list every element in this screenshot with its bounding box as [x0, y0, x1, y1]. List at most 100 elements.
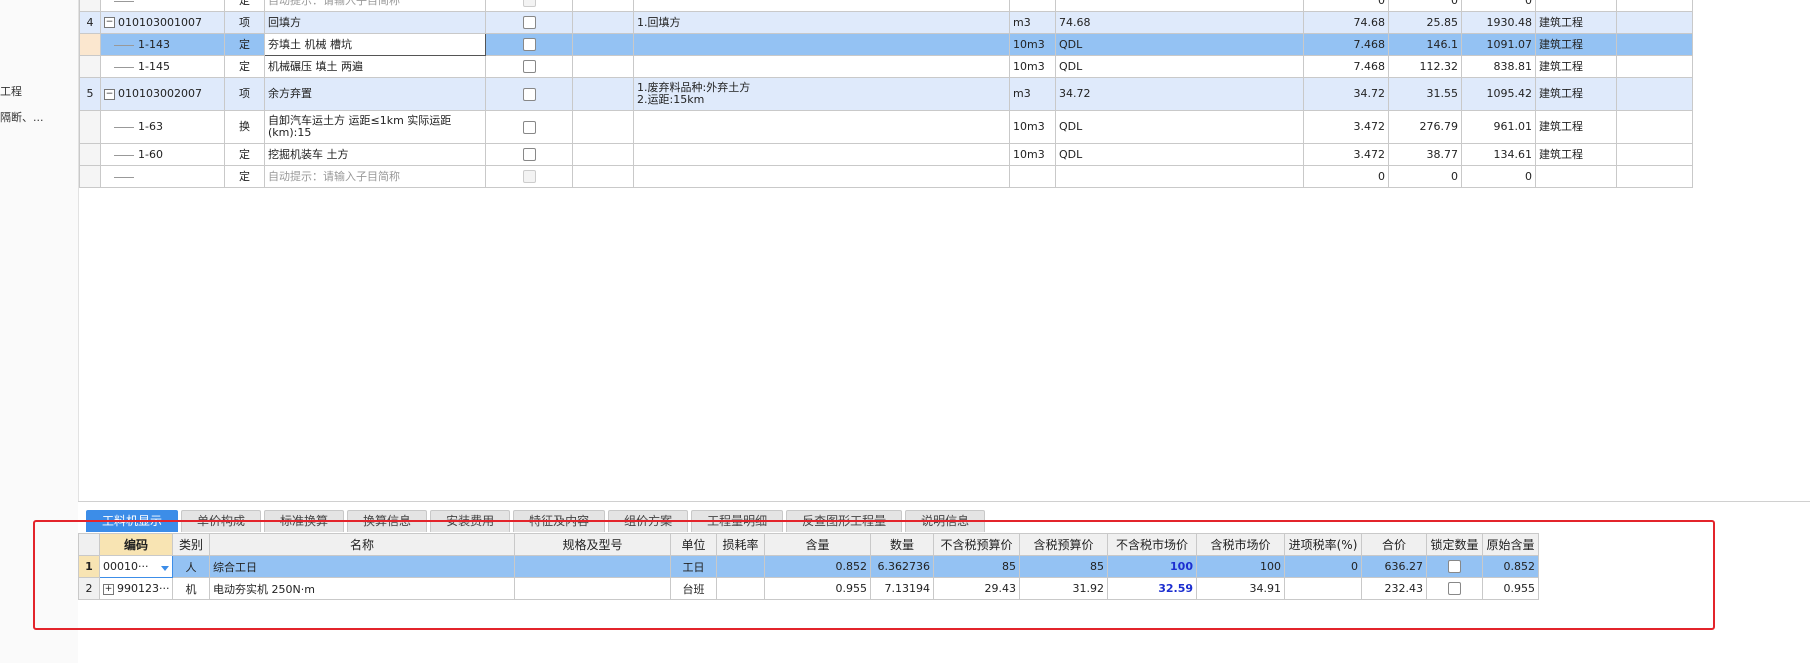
checkbox-icon[interactable] [522, 38, 536, 51]
tab-standard-conversion[interactable]: 标准换算 [264, 510, 345, 532]
tab-materials[interactable]: 工料机显示 [86, 510, 179, 532]
row-market-incl[interactable]: 34.91 [1196, 577, 1285, 600]
row-total: 0 [1461, 165, 1536, 188]
table-row[interactable]: 4 −010103001007 项 回填方 1.回填方 m3 74.68 74.… [79, 11, 1693, 34]
row-index: 4 [79, 11, 101, 34]
sidebar-item-partition[interactable]: 隔断、... [0, 109, 44, 125]
row-name[interactable]: 自动提示：请输入子目简称 [264, 0, 486, 12]
row-budget-excl: 29.43 [933, 577, 1020, 600]
table-row[interactable]: 1-145 定 机械碾压 填土 两遍 10m3 QDL 7.468 112.32… [79, 55, 1693, 78]
header-budget-price-excl[interactable]: 不含税预算价 [933, 533, 1020, 556]
expand-icon[interactable]: + [103, 583, 114, 595]
row-unit: 10m3 [1009, 143, 1056, 166]
header-unit[interactable]: 单位 [670, 533, 717, 556]
row-code: 1-145 [100, 55, 225, 78]
tree-line-icon [114, 149, 134, 156]
row-feature [633, 0, 1010, 12]
row-extra [1616, 55, 1693, 78]
row-name[interactable]: 余方弃置 [264, 77, 486, 111]
row-qty: 34.72 [1303, 77, 1389, 111]
table-row[interactable]: 1-63 换 自卸汽车运土方 运距≤1km 实际运距 (km):15 10m3 Q… [79, 110, 1693, 144]
row-code[interactable]: +990123··· [99, 577, 173, 600]
header-quantity[interactable]: 数量 [870, 533, 934, 556]
row-market-incl[interactable]: 100 [1196, 555, 1285, 578]
row-name[interactable]: 挖掘机装车 土方 [264, 143, 486, 166]
tab-conversion-info[interactable]: 换算信息 [347, 510, 428, 532]
table-row[interactable]: 1-60 定 挖掘机装车 土方 10m3 QDL 3.472 38.77 134… [79, 143, 1693, 166]
collapse-icon[interactable]: − [104, 88, 115, 100]
row-lock-cell [1426, 577, 1483, 600]
row-name[interactable]: 自卸汽车运土方 运距≤1km 实际运距 (km):15 [264, 110, 486, 144]
row-loss[interactable] [716, 577, 765, 600]
header-market-price-excl[interactable]: 不含税市场价 [1107, 533, 1197, 556]
header-tax-rate[interactable]: 进项税率(%) [1284, 533, 1362, 556]
checkbox-icon[interactable] [522, 148, 536, 161]
tab-notes[interactable]: 说明信息 [905, 510, 986, 532]
row-spec[interactable] [514, 555, 671, 578]
table-row[interactable]: 定 自动提示：请输入子目简称 0 0 0 [79, 0, 1693, 12]
table-row[interactable]: 定 自动提示：请输入子目简称 0 0 0 [79, 165, 1693, 188]
tab-reverse-lookup[interactable]: 反查图形工程量 [786, 510, 903, 532]
tab-quantity-detail[interactable]: 工程量明细 [691, 510, 784, 532]
row-name[interactable]: 自动提示：请输入子目简称 [264, 165, 486, 188]
row-loss[interactable] [716, 555, 765, 578]
row-type: 定 [224, 143, 265, 166]
header-budget-price-incl[interactable]: 含税预算价 [1019, 533, 1108, 556]
header-original-content[interactable]: 原始含量 [1482, 533, 1539, 556]
checkbox-icon[interactable] [1448, 582, 1461, 596]
tab-features[interactable]: 特征及内容 [513, 510, 606, 532]
row-tax[interactable]: 0 [1284, 555, 1362, 578]
row-name-editor[interactable]: 夯填土 机械 槽坑 [264, 33, 486, 56]
collapse-icon[interactable]: − [104, 17, 115, 28]
row-qty: 7.468 [1303, 55, 1389, 78]
header-spec[interactable]: 规格及型号 [514, 533, 671, 556]
tab-install-fee[interactable]: 安装费用 [430, 510, 511, 532]
sidebar-item-project[interactable]: 工程 [0, 83, 22, 99]
checkbox-icon[interactable] [522, 87, 536, 101]
header-content[interactable]: 含量 [764, 533, 871, 556]
row-name[interactable]: 综合工日 [209, 555, 515, 578]
tree-line-icon [114, 171, 134, 178]
checkbox-icon[interactable] [1448, 560, 1461, 574]
row-price: 25.85 [1388, 11, 1462, 34]
row-name[interactable]: 回填方 [264, 11, 486, 34]
header-code[interactable]: 编码 [99, 533, 173, 556]
header-category[interactable]: 类别 [172, 533, 210, 556]
row-total: 636.27 [1361, 555, 1427, 578]
table-row-selected[interactable]: 1 00010··· 人 综合工日 工日 0.852 6.362736 85 8… [78, 555, 1539, 578]
row-type: 换 [224, 110, 265, 144]
row-original: 0.852 [1482, 555, 1539, 578]
header-loss-rate[interactable]: 损耗率 [716, 533, 765, 556]
row-name[interactable]: 机械碾压 填土 两遍 [264, 55, 486, 78]
table-row-selected[interactable]: 1-143 定 夯填土 机械 槽坑 10m3 QDL 7.468 146.1 1… [79, 33, 1693, 56]
row-unit: 工日 [670, 555, 717, 578]
row-content[interactable]: 0.955 [764, 577, 871, 600]
chevron-down-icon[interactable] [161, 566, 169, 571]
checkbox-icon[interactable] [522, 120, 536, 134]
table-row[interactable]: 2 +990123··· 机 电动夯实机 250N·m 台班 0.955 7.1… [78, 577, 1539, 600]
table-row[interactable]: 5 −010103002007 项 余方弃置 1.废弃料品种:外弃土方 2.运距:… [79, 77, 1693, 111]
code-dropdown[interactable]: 00010··· [99, 555, 173, 578]
tab-unit-price[interactable]: 单价构成 [181, 510, 262, 532]
row-index: 1 [78, 555, 100, 578]
header-lock-qty[interactable]: 锁定数量 [1426, 533, 1483, 556]
row-unit: 10m3 [1009, 110, 1056, 144]
row-unit [1009, 165, 1056, 188]
row-price: 276.79 [1388, 110, 1462, 144]
header-total[interactable]: 合价 [1361, 533, 1427, 556]
row-index [79, 55, 101, 78]
row-content[interactable]: 0.852 [764, 555, 871, 578]
header-market-price-incl[interactable]: 含税市场价 [1196, 533, 1285, 556]
row-market-excl[interactable]: 32.59 [1107, 577, 1197, 600]
row-feature: 1.废弃料品种:外弃土方 2.运距:15km [633, 77, 1010, 111]
checkbox-icon[interactable] [522, 60, 536, 73]
tab-pricing-plan[interactable]: 组价方案 [608, 510, 689, 532]
row-unit [1009, 0, 1056, 12]
row-spec[interactable] [514, 577, 671, 600]
row-name[interactable]: 电动夯实机 250N·m [209, 577, 515, 600]
header-name[interactable]: 名称 [209, 533, 515, 556]
row-qty: 6.362736 [870, 555, 934, 578]
row-tax[interactable] [1284, 577, 1362, 600]
row-market-excl[interactable]: 100 [1107, 555, 1197, 578]
checkbox-icon[interactable] [522, 16, 536, 29]
